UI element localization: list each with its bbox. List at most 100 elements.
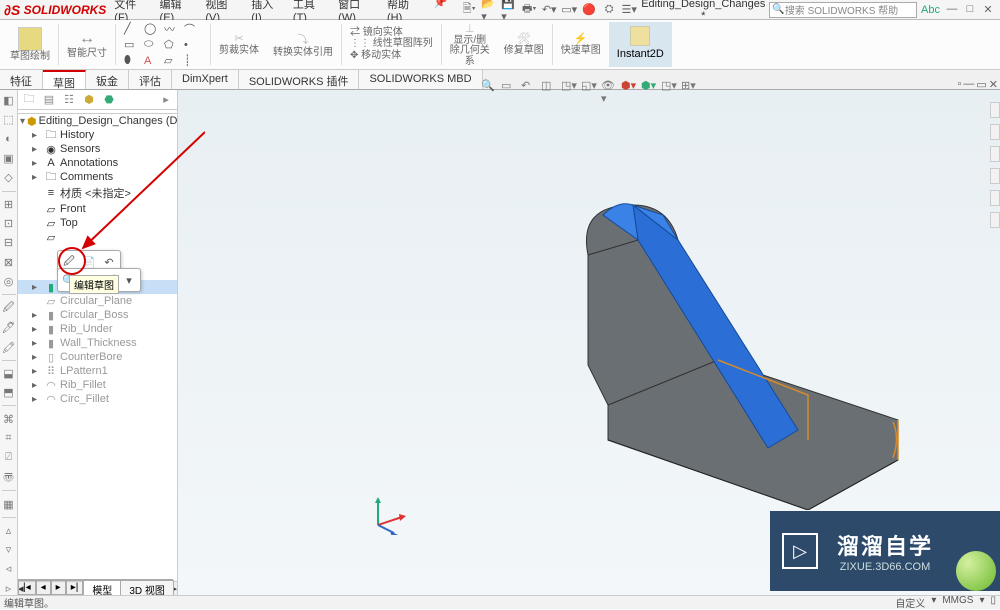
tree-counterbore[interactable]: ▸▯CounterBore <box>18 350 177 364</box>
vbar-ic-20[interactable]: ▦ <box>2 497 16 510</box>
tree-front[interactable]: ▱Front <box>18 202 177 216</box>
arc-icon[interactable]: ⌒ <box>184 21 202 37</box>
pattern-icon[interactable]: ⋮⋮ <box>350 38 370 49</box>
vbar-ic-4[interactable]: ▣ <box>2 152 16 165</box>
vbar-ic-6[interactable]: ⊞ <box>2 198 16 211</box>
tab-dimxpert[interactable]: DimXpert <box>172 70 239 89</box>
tp-ic5[interactable] <box>990 190 1000 206</box>
convert-button[interactable]: ⤵ 转换实体引用 <box>267 22 339 67</box>
viewport-split-icon[interactable]: ⊞▾ <box>681 79 697 95</box>
tab-sketch[interactable]: 草图 <box>43 70 86 89</box>
view-setting-icon[interactable]: ◳▾ <box>661 79 677 95</box>
relations-button[interactable]: ⊥ 显示/删除几何关系 <box>444 22 496 67</box>
prev-view-icon[interactable]: ↶ <box>521 79 537 95</box>
centerline-icon[interactable]: ┊ <box>184 54 202 67</box>
repair-button[interactable]: 🛠 修复草图 <box>498 22 550 67</box>
hide-show-icon[interactable]: 👁▾ <box>601 79 617 95</box>
tree-material[interactable]: ≡材质 <未指定> <box>18 184 177 202</box>
tab-mbd[interactable]: SOLIDWORKS MBD <box>359 70 482 89</box>
bt-next-icon[interactable]: ▸ <box>51 580 66 595</box>
status-flag-icon[interactable]: ▯ <box>990 595 996 610</box>
spline-icon[interactable]: 〰 <box>164 21 182 37</box>
vbar-ic-19[interactable]: 〠 <box>2 470 16 484</box>
tab-sheetmetal[interactable]: 钣金 <box>86 70 129 89</box>
tree-sensors[interactable]: ▸◉Sensors <box>18 142 177 156</box>
close-icon[interactable]: ✕ <box>980 3 996 16</box>
tab-evaluate[interactable]: 评估 <box>129 70 172 89</box>
bt-3dview[interactable]: 3D 视图 <box>120 580 174 595</box>
tp-ic3[interactable] <box>990 146 1000 162</box>
trim-button[interactable]: ✂ 剪裁实体 <box>213 22 265 67</box>
tree-lpattern1[interactable]: ▸⠿LPattern1 <box>18 364 177 378</box>
select-icon[interactable]: ▭▾ <box>561 2 577 18</box>
polygon-icon[interactable]: ⬠ <box>164 38 182 51</box>
new-icon[interactable]: 🗎▾ <box>461 2 477 18</box>
vbar-ic-18[interactable]: ⍁ <box>2 451 16 464</box>
tab-addins[interactable]: SOLIDWORKS 插件 <box>239 70 360 89</box>
status-custom[interactable]: 自定义 <box>895 595 925 610</box>
edit-appearance-icon[interactable]: ⬢▾ <box>621 79 637 95</box>
status-units[interactable]: MMGS <box>942 595 973 610</box>
view-orient-icon[interactable]: ◳▾ <box>561 79 577 95</box>
tree-rib-under[interactable]: ▸▮Rib_Under <box>18 322 177 336</box>
plane-mini-icon[interactable]: ▱ <box>164 54 182 67</box>
vbar-ic-7[interactable]: ⊡ <box>2 217 16 230</box>
vbar-ic-15[interactable]: ⬒ <box>2 386 16 399</box>
print-icon[interactable]: 🖶▾ <box>521 2 537 18</box>
line-icon[interactable]: ╱ <box>124 22 142 35</box>
tree-tab-conf-icon[interactable]: ☷ <box>60 92 78 108</box>
vp-max-icon[interactable]: — <box>963 78 974 91</box>
help-abc-icon[interactable]: Abc <box>921 4 940 16</box>
tree-tab-disp-icon[interactable]: ⬢ <box>80 92 98 108</box>
zoom-area-icon[interactable]: ▭ <box>501 79 517 95</box>
tree-circular-plane[interactable]: ▱Circular_Plane <box>18 294 177 308</box>
bt-prev-icon[interactable]: ◂ <box>36 580 51 595</box>
tp-ic2[interactable] <box>990 124 1000 140</box>
bt-last-icon[interactable]: ▸| <box>66 580 84 595</box>
save-icon[interactable]: 💾▾ <box>501 2 517 18</box>
tree-history[interactable]: ▸🗀History <box>18 128 177 142</box>
vbar-ic-9[interactable]: ⊠ <box>2 256 16 269</box>
vbar-ic-22[interactable]: ▿ <box>2 543 16 556</box>
search-help-input[interactable]: 🔍 搜索 SOLIDWORKS 帮助 <box>769 2 917 18</box>
tree-rib-fillet[interactable]: ▸◠Rib_Fillet <box>18 378 177 392</box>
dropdown-icon[interactable]: ☰▾ <box>621 2 637 18</box>
vbar-ic-3[interactable]: ◐ <box>2 133 16 146</box>
tree-root[interactable]: ▾⬢ Editing_Design_Changes (Default<<D <box>18 114 177 128</box>
vbar-ic-11[interactable]: 🖉 <box>2 301 16 315</box>
vbar-ic-14[interactable]: ⬓ <box>2 367 16 380</box>
bt-model[interactable]: 模型 <box>83 580 121 595</box>
rect-icon[interactable]: ▭ <box>124 38 142 51</box>
tp-ic6[interactable] <box>990 212 1000 228</box>
open-icon[interactable]: 📂▾ <box>481 2 497 18</box>
tree-tab-prop-icon[interactable]: ▤ <box>40 92 58 108</box>
slot-icon[interactable]: ⬮ <box>124 54 142 67</box>
tree-top[interactable]: ▱Top <box>18 216 177 230</box>
vp-min-icon[interactable]: ▫ <box>957 78 961 91</box>
undo-icon[interactable]: ↶▾ <box>541 2 557 18</box>
options-icon[interactable]: ⛭ <box>601 2 617 18</box>
zoom-fit-icon[interactable]: 🔍 <box>481 79 497 95</box>
tree-tab-more-icon[interactable]: ▸ <box>157 92 175 108</box>
apply-scene-icon[interactable]: ⬢▾ <box>641 79 657 95</box>
vbar-ic-1[interactable]: ◧ <box>2 94 16 107</box>
circle-icon[interactable]: ◯ <box>144 22 162 35</box>
minimize-icon[interactable]: — <box>944 3 960 16</box>
tp-ic4[interactable] <box>990 168 1000 184</box>
vbar-ic-13[interactable]: 🖍 <box>2 341 16 354</box>
axis-triad[interactable] <box>368 495 408 535</box>
quick-snap-button[interactable]: ⚡ 快速草图 <box>555 22 607 67</box>
vbar-ic-21[interactable]: ▵ <box>2 524 16 537</box>
tree-annotations[interactable]: ▸AAnnotations <box>18 156 177 170</box>
text-icon[interactable]: A <box>144 55 162 67</box>
tree-wall-thickness[interactable]: ▸▮Wall_Thickness <box>18 336 177 350</box>
tree-tab-fm-icon[interactable]: 🗀 <box>20 92 38 108</box>
display-style-icon[interactable]: ◱▾ <box>581 79 597 95</box>
tree-circ-fillet[interactable]: ▸◠Circ_Fillet <box>18 392 177 406</box>
vbar-ic-23[interactable]: ◃ <box>2 562 16 575</box>
vbar-ic-2[interactable]: ⬚ <box>2 113 16 126</box>
ctx-ic4[interactable]: ▾ <box>120 271 138 289</box>
vbar-ic-8[interactable]: ⊟ <box>2 236 16 249</box>
tree-tab-disp2-icon[interactable]: ⬣ <box>100 92 118 108</box>
vp-close-icon[interactable]: ✕ <box>989 78 998 91</box>
